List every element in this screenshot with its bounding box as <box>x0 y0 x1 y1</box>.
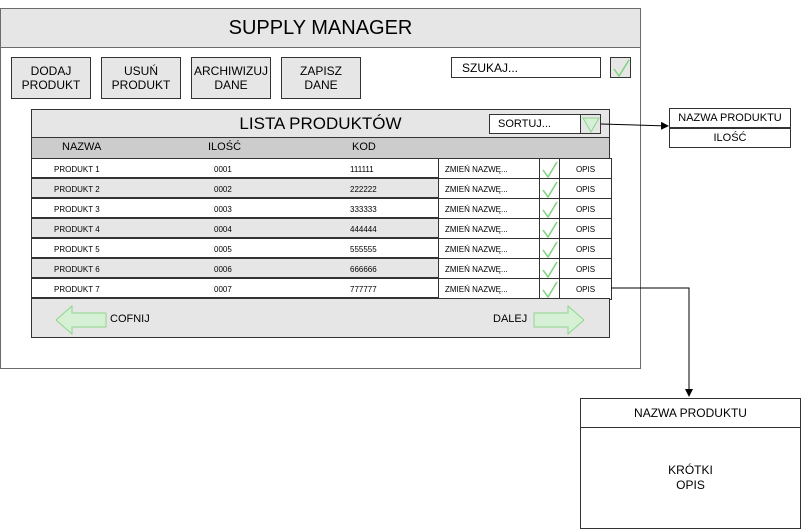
description-popup-title: NAZWA PRODUKTU <box>580 398 801 428</box>
description-connector-arrow <box>611 287 693 397</box>
description-popup-body: KRÓTKI OPIS <box>668 463 713 492</box>
sort-connector-arrow <box>600 121 669 130</box>
